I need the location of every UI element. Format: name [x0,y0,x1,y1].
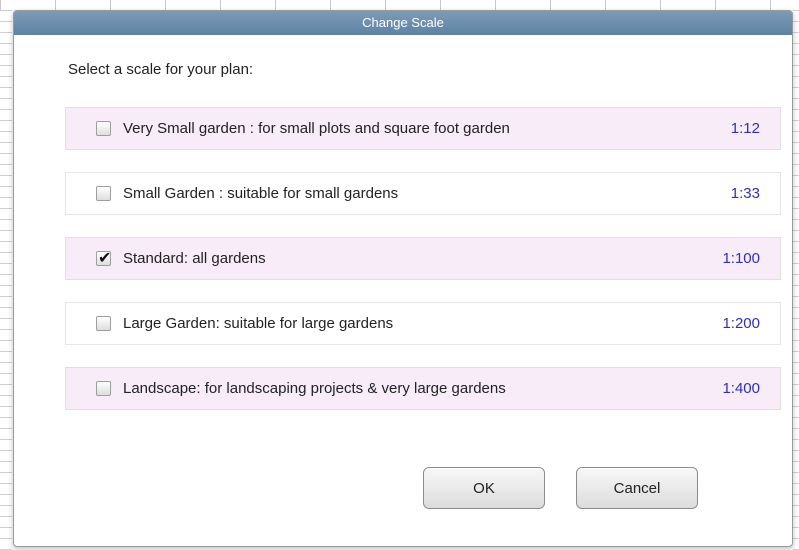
checkbox-icon[interactable] [96,316,111,331]
scale-prompt: Select a scale for your plan: [68,61,254,78]
scale-options: Very Small garden : for small plots and … [65,107,781,432]
option-label: Very Small garden : for small plots and … [123,120,510,137]
checkbox-icon[interactable] [96,121,111,136]
option-label: Landscape: for landscaping projects & ve… [123,380,506,397]
option-label: Large Garden: suitable for large gardens [123,315,394,332]
option-label: Small Garden : suitable for small garden… [123,185,399,202]
option-standard[interactable]: ✔ Standard: all gardens 1:100 [65,237,781,280]
checkbox-icon[interactable] [96,381,111,396]
option-scale: 1:400 [722,380,760,397]
right-ruler [793,10,799,550]
option-label: Standard: all gardens [123,250,266,267]
cancel-button[interactable]: Cancel [576,467,698,509]
option-small-garden[interactable]: Small Garden : suitable for small garden… [65,172,781,215]
option-scale: 1:33 [730,185,760,202]
ok-button[interactable]: OK [423,467,545,509]
option-very-small-garden[interactable]: Very Small garden : for small plots and … [65,107,781,150]
option-scale: 1:12 [730,120,760,137]
checkbox-icon[interactable]: ✔ [96,248,112,267]
option-scale: 1:100 [722,250,760,267]
checkmark-icon: ✔ [98,248,112,267]
option-scale: 1:200 [722,315,760,332]
checkbox-icon[interactable] [96,186,111,201]
option-landscape[interactable]: Landscape: for landscaping projects & ve… [65,367,781,410]
change-scale-dialog: Change Scale Select a scale for your pla… [13,10,793,547]
top-ruler [0,0,799,10]
option-large-garden[interactable]: Large Garden: suitable for large gardens… [65,302,781,345]
left-ruler [0,10,12,550]
dialog-title: Change Scale [14,11,792,35]
